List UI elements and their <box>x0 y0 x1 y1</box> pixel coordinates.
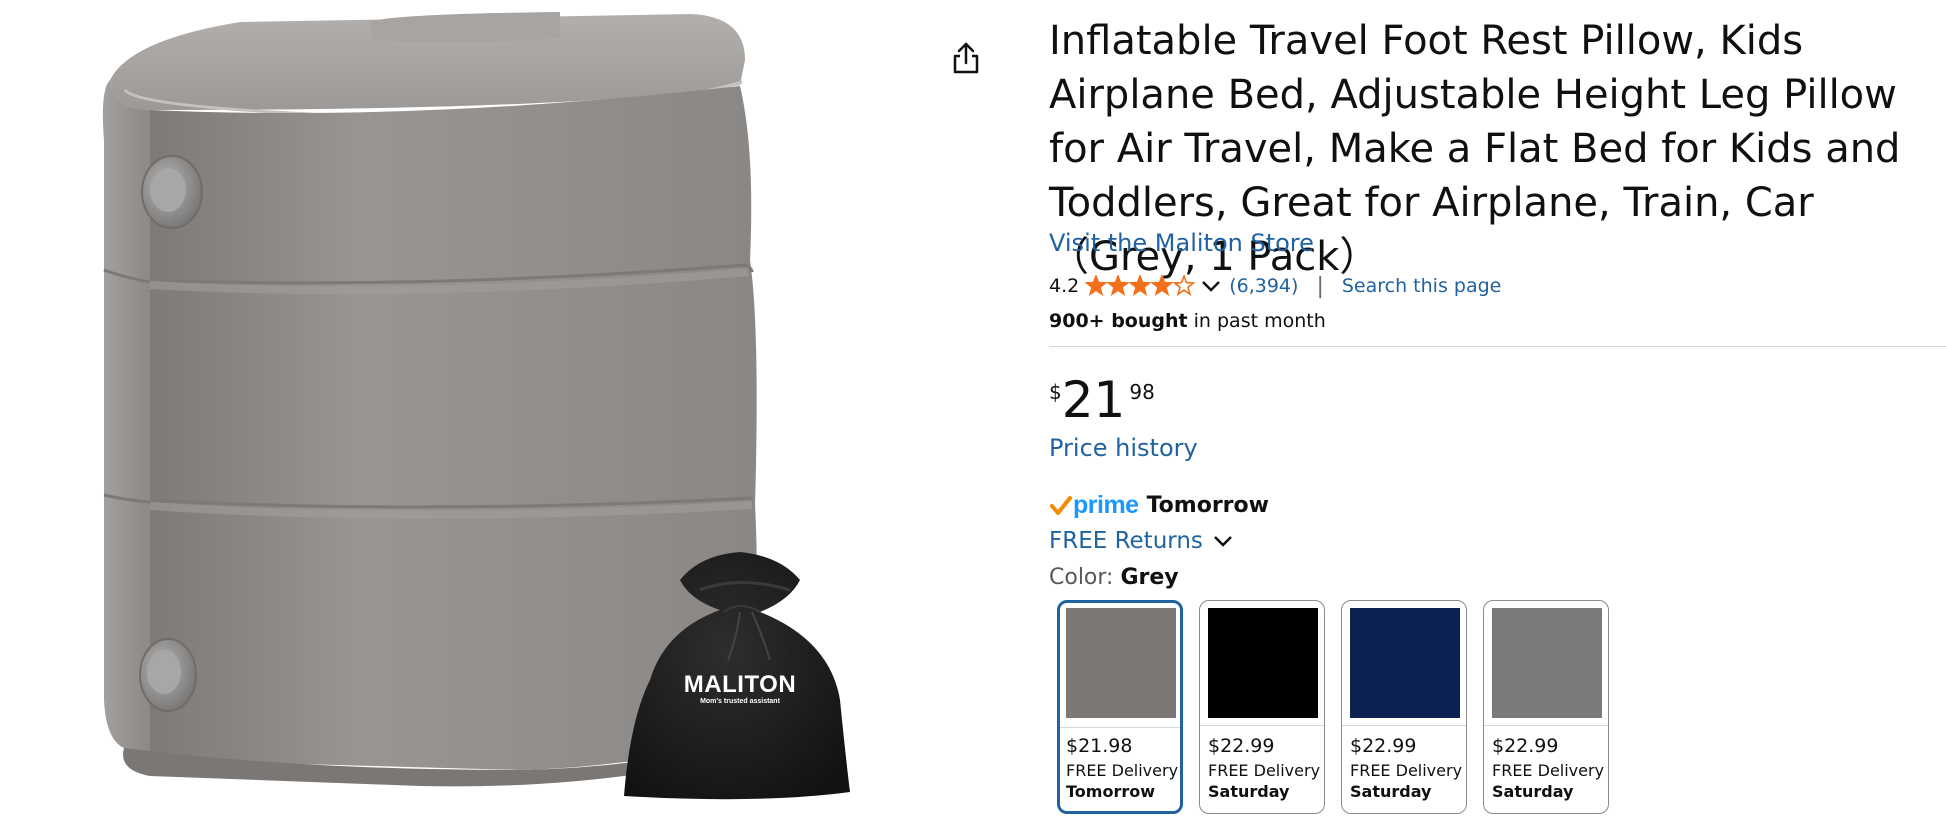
color-swatches: $21.98 FREE Delivery Tomorrow $22.99 FRE… <box>1057 600 1609 814</box>
color-selector-label: Color: Grey <box>1049 565 1179 590</box>
swatch-color-chip <box>1208 608 1318 718</box>
bag-tagline: Mom's trusted assistant <box>700 698 780 705</box>
swatch-price: $21.98 <box>1066 735 1133 757</box>
color-swatch[interactable]: $22.99 FREE Delivery Saturday <box>1199 600 1325 814</box>
chevron-down-icon[interactable] <box>1201 279 1221 293</box>
prime-logo: prime <box>1073 490 1139 519</box>
swatch-price: $22.99 <box>1492 735 1559 757</box>
star-rating[interactable] <box>1085 275 1197 297</box>
swatch-delivery-day: Saturday <box>1492 782 1574 801</box>
swatch-divider <box>1342 725 1466 726</box>
swatch-color-chip <box>1492 608 1602 718</box>
chevron-down-icon <box>1214 536 1232 547</box>
store-link[interactable]: Visit the Maliton Store <box>1049 229 1314 257</box>
rating-row: 4.2 (6,394) | Search this page <box>1049 271 1501 301</box>
swatch-price: $22.99 <box>1350 735 1417 757</box>
swatch-divider <box>1060 727 1180 728</box>
price-fraction: 98 <box>1129 380 1155 404</box>
swatch-color-chip <box>1350 608 1460 718</box>
swatch-divider <box>1484 725 1608 726</box>
swatch-delivery: FREE Delivery <box>1492 761 1605 780</box>
pillow-illustration <box>102 12 850 800</box>
price-history-link[interactable]: Price history <box>1049 434 1198 462</box>
prime-delivery-day: Tomorrow <box>1146 492 1269 518</box>
bought-count: 900+ bought in past month <box>1049 310 1326 332</box>
star <box>1128 275 1152 296</box>
swatch-price: $22.99 <box>1208 735 1275 757</box>
bought-count-rest: in past month <box>1187 310 1326 332</box>
selected-color: Grey <box>1120 565 1179 590</box>
swatch-delivery: FREE Delivery <box>1350 761 1463 780</box>
swatch-delivery-day: Saturday <box>1208 782 1290 801</box>
bag-brand-logo: MALITON <box>683 671 797 698</box>
color-swatch[interactable]: $22.99 FREE Delivery Saturday <box>1483 600 1609 814</box>
prime-delivery: prime Tomorrow <box>1049 488 1269 522</box>
free-returns-label: FREE Returns <box>1049 528 1203 554</box>
rating-value: 4.2 <box>1049 275 1080 297</box>
check-icon <box>1050 496 1072 515</box>
price: $ 21 98 <box>1049 371 1155 429</box>
star <box>1150 275 1174 296</box>
share-icon[interactable] <box>946 38 986 78</box>
swatch-delivery: FREE Delivery <box>1066 761 1179 780</box>
swatch-color-chip <box>1066 608 1176 718</box>
divider: | <box>1316 273 1324 299</box>
bought-count-bold: 900+ bought <box>1049 310 1188 332</box>
star <box>1085 275 1108 296</box>
swatch-delivery-day: Saturday <box>1350 782 1432 801</box>
star-icon <box>1085 275 1196 296</box>
section-divider <box>1049 346 1946 347</box>
product-image[interactable]: MALITON Mom's trusted assistant <box>0 0 940 834</box>
star <box>1106 275 1130 296</box>
rating-count-link[interactable]: (6,394) <box>1229 275 1298 297</box>
swatch-delivery-day: Tomorrow <box>1066 782 1155 801</box>
color-label: Color: <box>1049 565 1121 590</box>
free-returns-dropdown[interactable]: FREE Returns <box>1049 528 1233 554</box>
swatch-divider <box>1200 725 1324 726</box>
search-this-page-link[interactable]: Search this page <box>1342 275 1501 297</box>
price-symbol: $ <box>1049 380 1062 404</box>
price-whole: 21 <box>1061 371 1126 429</box>
swatch-delivery: FREE Delivery <box>1208 761 1321 780</box>
color-swatch[interactable]: $22.99 FREE Delivery Saturday <box>1341 600 1467 814</box>
color-swatch[interactable]: $21.98 FREE Delivery Tomorrow <box>1057 600 1183 814</box>
